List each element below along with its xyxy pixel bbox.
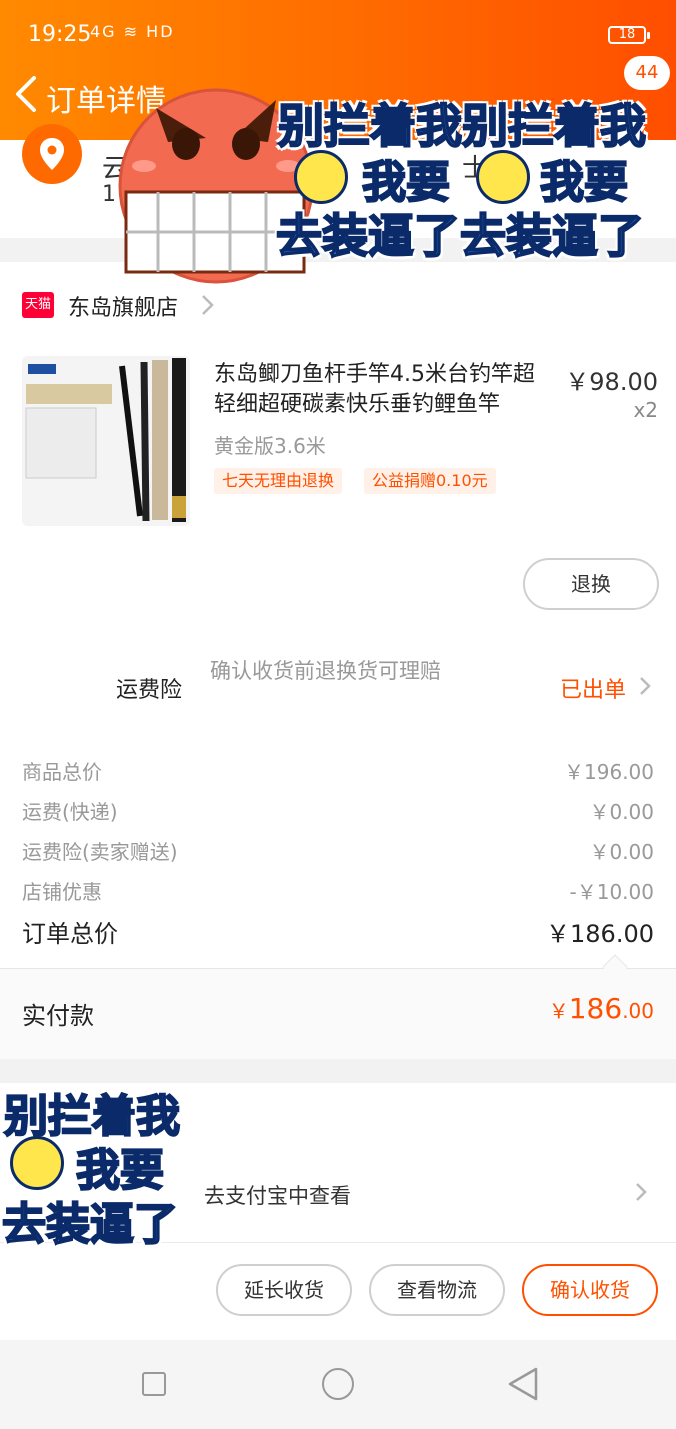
return-policy-tag: 七天无理由退换 xyxy=(214,468,343,494)
meme-caption-top: 别拦着我别拦着我 我要 我要 去装逼了去装逼了 xyxy=(270,90,676,264)
insurance-status[interactable]: 已出单 xyxy=(560,672,626,704)
status-bar: 19:25 4G ≋ HD 18 xyxy=(0,0,676,68)
network-label: 4G xyxy=(90,22,117,41)
summary-row: 店铺优惠 -￥10.00 xyxy=(22,876,654,906)
summary-label: 运费(快递) xyxy=(22,800,118,824)
shop-name[interactable]: 东岛旗舰店 xyxy=(68,290,178,322)
message-count-badge[interactable]: 44 xyxy=(624,56,670,90)
paid-currency: ￥ xyxy=(548,999,569,1023)
paid-decimal: .00 xyxy=(622,999,654,1023)
signal-wifi-icons: 4G ≋ HD xyxy=(90,22,175,41)
paid-label: 实付款 xyxy=(22,1002,94,1030)
summary-row: 运费(快递) ￥0.00 xyxy=(22,796,654,826)
summary-value: -￥10.00 xyxy=(569,880,654,904)
summary-row: 商品总价 ￥196.00 xyxy=(22,756,654,786)
summary-value: ￥0.00 xyxy=(589,800,654,824)
refund-button[interactable]: 退换 xyxy=(523,558,659,610)
nav-back-icon[interactable] xyxy=(506,1366,540,1402)
paid-integer: 186 xyxy=(568,992,623,1025)
battery-icon: 18 xyxy=(608,26,650,44)
wifi-label: HD xyxy=(146,22,175,41)
summary-row: 运费险(卖家赠送) ￥0.00 xyxy=(22,836,654,866)
chevron-right-icon xyxy=(640,677,651,695)
summary-value: ￥196.00 xyxy=(564,760,654,784)
meme-text: 去装逼了去装逼了 xyxy=(275,208,645,264)
product-title[interactable]: 东岛鲫刀鱼杆手竿4.5米台钓竿超轻细超硬碳素快乐垂钓鲤鱼竿 xyxy=(214,360,554,420)
tmall-badge: 天猫 xyxy=(22,292,54,318)
alipay-link[interactable]: 去支付宝中查看 xyxy=(204,1180,351,1210)
summary-label: 店铺优惠 xyxy=(22,880,102,904)
paid-amount: ￥186.00 xyxy=(549,992,654,1025)
product-quantity: x2 xyxy=(633,398,658,422)
product-price: ￥98.00 xyxy=(565,368,658,396)
back-arrow-icon[interactable] xyxy=(8,70,48,118)
status-time: 19:25 xyxy=(28,22,92,47)
grin-face-icon xyxy=(476,150,530,204)
insurance-label: 运费险 xyxy=(116,678,183,703)
order-total-row: 订单总价 ￥186.00 xyxy=(22,914,654,948)
home-icon[interactable] xyxy=(322,1368,354,1400)
order-total-value: ￥186.00 xyxy=(546,920,654,948)
summary-label: 商品总价 xyxy=(22,760,102,784)
insurance-description: 确认收货前退换货可理赔 xyxy=(210,659,441,683)
meme-text: 去装逼了 xyxy=(1,1198,179,1251)
grin-face-icon xyxy=(294,150,348,204)
summary-label: 运费险(卖家赠送) xyxy=(22,840,178,864)
recent-apps-icon[interactable] xyxy=(142,1372,166,1396)
grin-face-icon xyxy=(10,1136,64,1190)
view-logistics-button[interactable]: 查看物流 xyxy=(369,1264,505,1316)
chevron-right-icon xyxy=(202,295,214,315)
confirm-receipt-button[interactable]: 确认收货 xyxy=(522,1264,658,1316)
summary-value: ￥0.00 xyxy=(589,840,654,864)
product-image[interactable] xyxy=(22,356,190,526)
meme-caption-bottom: 别拦着我 我要 去装逼了 xyxy=(0,1080,210,1251)
charity-tag: 公益捐赠0.10元 xyxy=(364,468,496,494)
order-total-label: 订单总价 xyxy=(22,920,118,948)
chevron-right-icon xyxy=(636,1183,647,1201)
location-pin-icon xyxy=(22,124,82,184)
extend-receipt-button[interactable]: 延长收货 xyxy=(216,1264,352,1316)
product-variant: 黄金版3.6米 xyxy=(214,434,326,458)
